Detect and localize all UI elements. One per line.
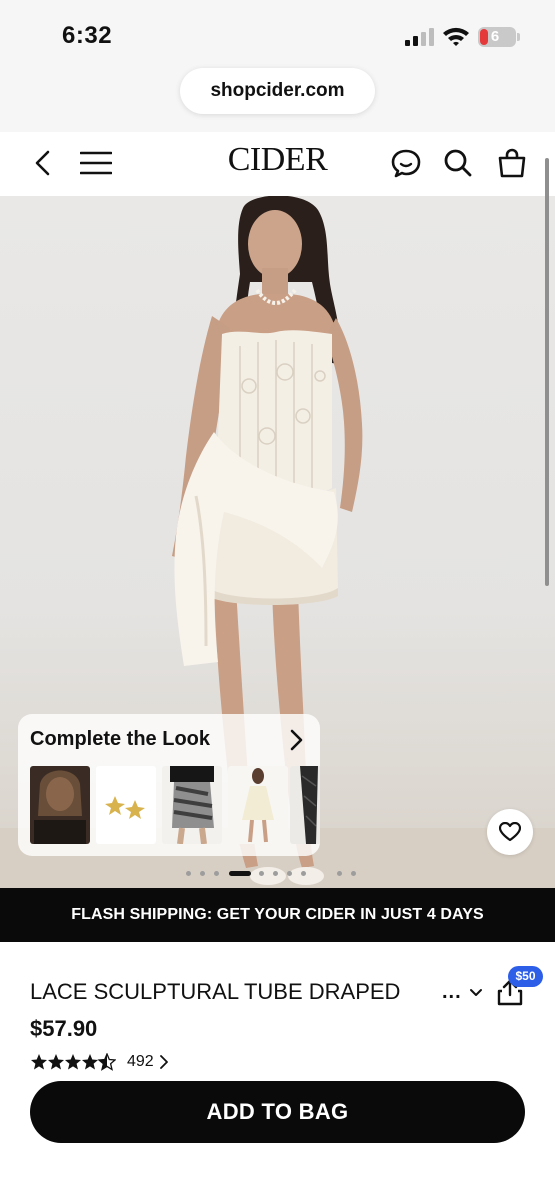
menu-icon[interactable] [80,151,112,175]
signal-icon [405,28,435,46]
flash-shipping-banner[interactable]: FLASH SHIPPING: GET YOUR CIDER IN JUST 4… [0,888,555,942]
share-reward-badge: $50 [508,966,543,987]
battery-level: 6 [490,28,500,45]
search-icon[interactable] [443,148,473,178]
carousel-dot[interactable] [337,871,342,876]
look-item-dress[interactable] [228,766,288,844]
chat-icon[interactable] [390,148,422,178]
star-icon [31,1054,47,1070]
look-item-earrings[interactable] [96,766,156,844]
carousel-dot[interactable] [200,871,205,876]
look-item-tights[interactable] [290,766,320,844]
review-count[interactable]: 492 [127,1053,154,1071]
look-item-skirt[interactable] [162,766,222,844]
chevron-down-icon[interactable] [469,988,483,998]
star-icon [82,1054,98,1070]
battery-icon: 6 [478,27,516,47]
status-time: 6:32 [62,22,113,49]
cider-logo[interactable]: CIDER [210,141,345,179]
battery-tip [517,33,520,41]
back-icon[interactable] [33,150,53,176]
carousel-dot[interactable] [301,871,306,876]
chevron-right-icon[interactable] [159,1055,169,1069]
star-half-icon [97,1053,116,1071]
star-icon [65,1054,81,1070]
complete-the-look-title: Complete the Look [30,728,211,750]
bag-icon[interactable] [497,147,527,179]
more-button[interactable]: ... [442,981,462,1004]
look-item-top[interactable] [30,766,90,844]
carousel-dot[interactable] [351,871,356,876]
carousel-dot[interactable] [214,871,219,876]
page-scrollbar[interactable] [545,158,549,586]
product-price: $57.90 [30,1016,98,1041]
product-title: LACE SCULPTURAL TUBE DRAPED [30,979,401,1004]
chevron-right-icon[interactable] [285,728,307,752]
wifi-icon [443,27,469,46]
star-rating[interactable] [30,1053,116,1071]
wishlist-button[interactable] [487,809,533,855]
carousel-dot-active[interactable] [229,871,251,876]
carousel-dot[interactable] [273,871,278,876]
heart-icon [499,822,521,842]
url-field[interactable]: shopcider.com [180,68,375,114]
carousel-dot[interactable] [186,871,191,876]
add-to-bag-button[interactable]: ADD TO BAG [30,1081,525,1143]
carousel-dot[interactable] [259,871,264,876]
star-icon [48,1054,64,1070]
carousel-dot[interactable] [287,871,292,876]
